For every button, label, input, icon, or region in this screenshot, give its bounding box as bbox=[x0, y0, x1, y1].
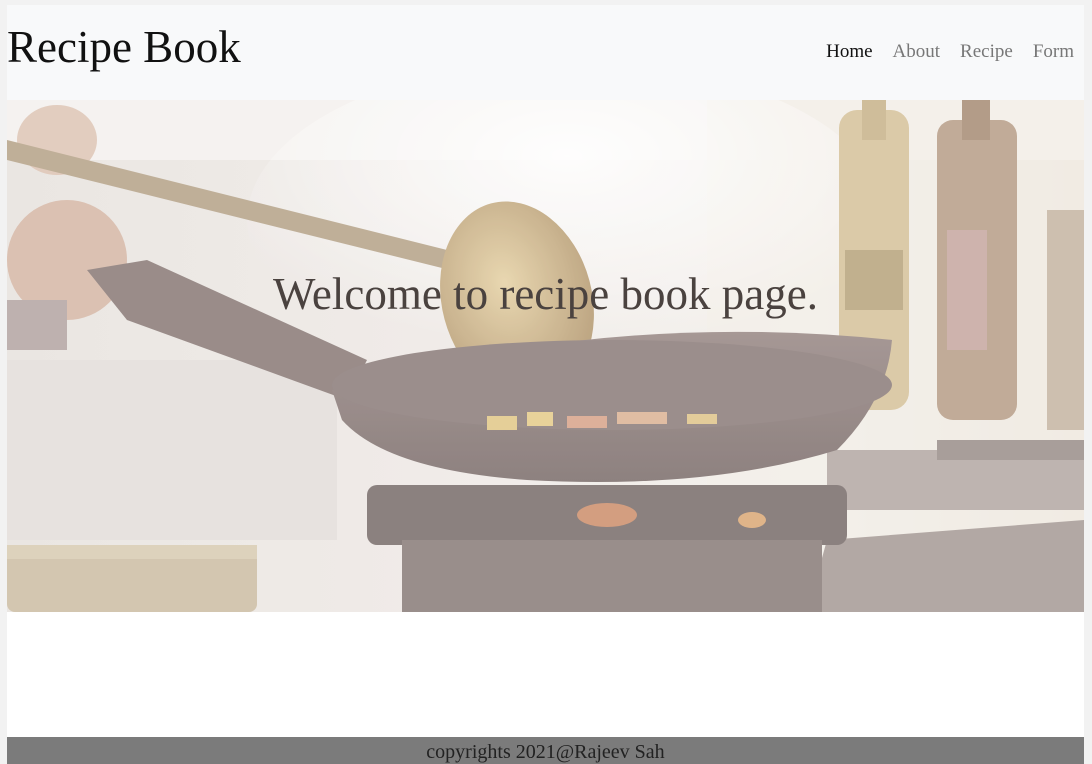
browser-frame: Recipe Book Home About Recipe Form Welco… bbox=[0, 0, 1092, 764]
hero-title: Welcome to recipe book page. bbox=[273, 269, 818, 319]
navbar: Recipe Book Home About Recipe Form bbox=[7, 5, 1084, 100]
footer: copyrights 2021@Rajeev Sah bbox=[7, 737, 1084, 764]
page: Recipe Book Home About Recipe Form Welco… bbox=[7, 5, 1084, 764]
nav-recipe-link[interactable]: Recipe bbox=[960, 39, 1013, 65]
nav-home-link[interactable]: Home bbox=[826, 39, 872, 65]
nav-about-link[interactable]: About bbox=[893, 39, 941, 65]
nav-menu: Home About Recipe Form bbox=[826, 39, 1074, 65]
hero-background-image bbox=[7, 100, 1084, 612]
nav-form-link[interactable]: Form bbox=[1033, 39, 1074, 65]
footer-copyright-text: copyrights 2021@Rajeev Sah bbox=[426, 741, 665, 763]
hero-section: Welcome to recipe book page. bbox=[7, 100, 1084, 612]
brand-logo[interactable]: Recipe Book bbox=[7, 21, 241, 73]
